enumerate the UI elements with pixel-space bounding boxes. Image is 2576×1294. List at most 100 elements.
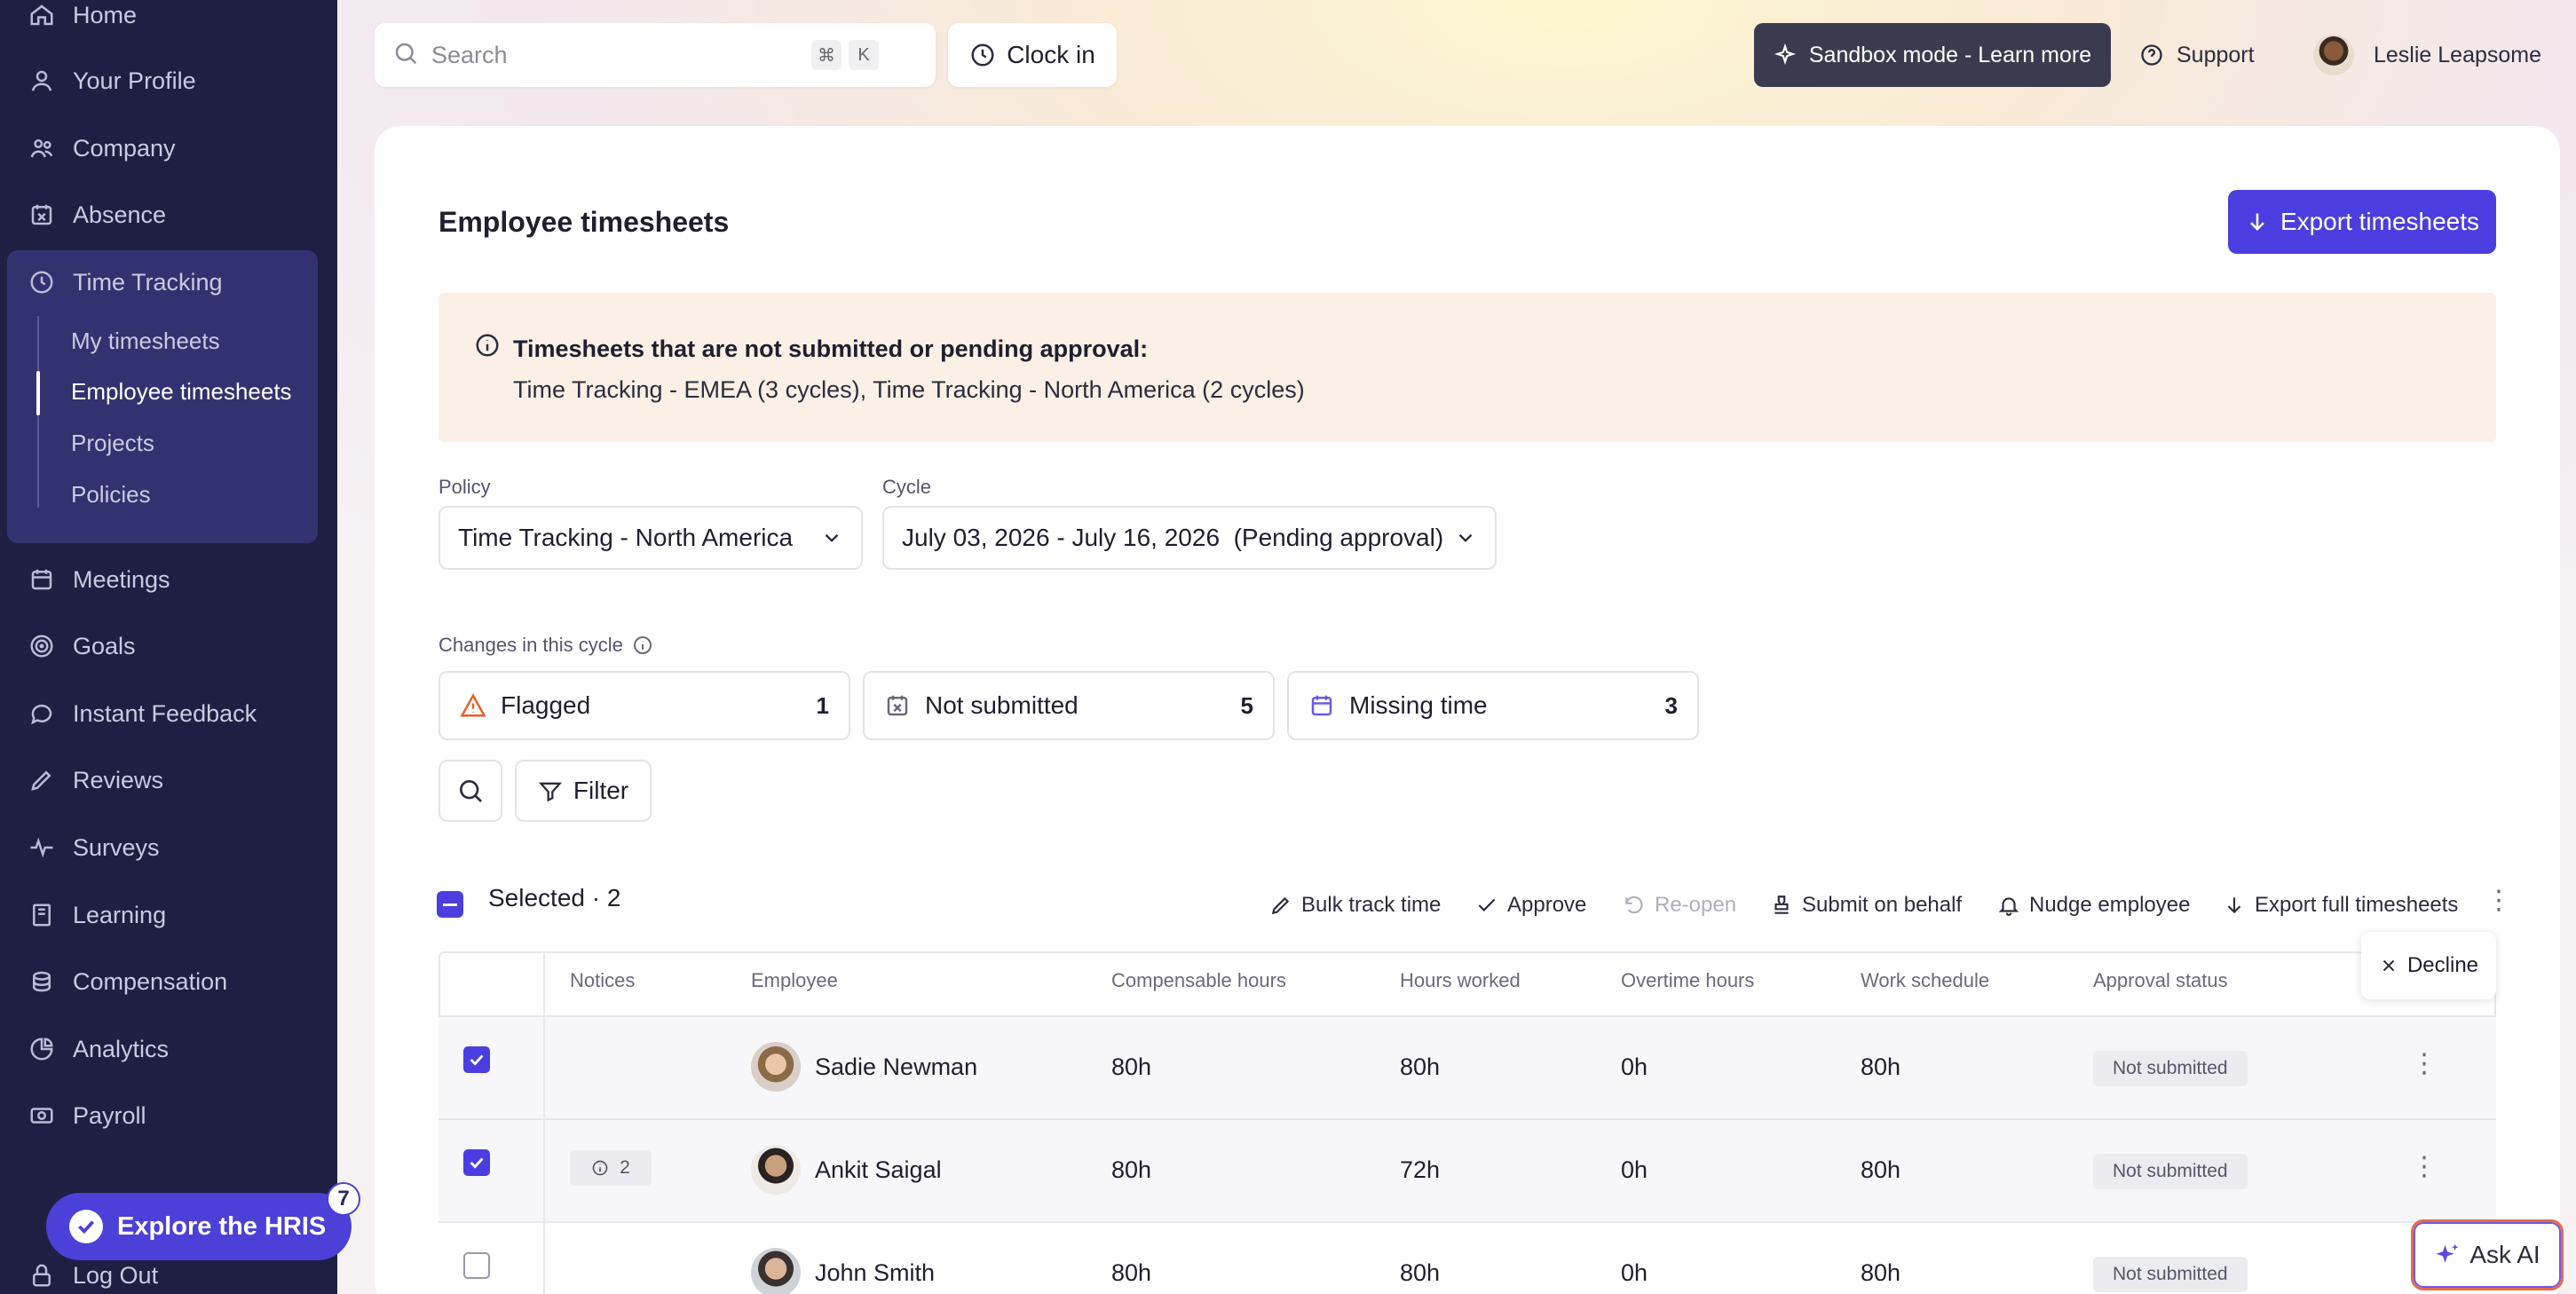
- arrow-down-icon: [2245, 209, 2270, 234]
- sidebar-subitem-policies[interactable]: Policies: [71, 475, 151, 514]
- submenu-active-indicator: [36, 371, 40, 415]
- sandbox-mode-button[interactable]: Sandbox mode - Learn more: [1754, 23, 2111, 87]
- sidebar-item-home[interactable]: Home: [27, 0, 137, 37]
- reopen-button[interactable]: Re-open: [1623, 879, 1736, 932]
- chip-count: 3: [1664, 691, 1678, 719]
- sidebar-item-label: Home: [73, 1, 138, 28]
- user-name: Leslie Leapsome: [2374, 42, 2542, 67]
- compensable-hours: 80h: [1111, 1259, 1152, 1286]
- avatar: [2313, 35, 2354, 75]
- notice-text: Time Tracking - EMEA (3 cycles), Time Tr…: [513, 376, 1305, 403]
- bell-icon: [1998, 897, 2019, 916]
- policy-select[interactable]: Time Tracking - North America: [439, 506, 863, 570]
- header-employee[interactable]: Employee: [751, 969, 838, 992]
- sidebar-subitem-my-timesheets[interactable]: My timesheets: [71, 321, 220, 360]
- warning-icon: [460, 693, 486, 717]
- search-icon: [460, 780, 482, 802]
- chip-not-submitted[interactable]: Not submitted 5: [863, 671, 1275, 740]
- clock-icon: [27, 267, 57, 297]
- employee-name[interactable]: John Smith: [815, 1259, 935, 1287]
- sidebar-item-payroll[interactable]: Payroll: [27, 1093, 146, 1138]
- header-overtime-hours[interactable]: Overtime hours: [1621, 969, 1754, 992]
- pencil-icon: [27, 765, 57, 795]
- overtime-hours: 0h: [1621, 1053, 1648, 1080]
- more-actions-icon[interactable]: ⋮: [2485, 888, 2512, 914]
- sidebar-item-label: Learning: [73, 901, 167, 928]
- employee-name[interactable]: Ankit Saigal: [815, 1156, 942, 1184]
- sidebar-item-compensation[interactable]: Compensation: [27, 959, 227, 1004]
- sidebar-item-absence[interactable]: Absence: [27, 193, 166, 237]
- changes-label: Changes in this cycle: [439, 634, 653, 657]
- submit-on-behalf-button[interactable]: Submit on behalf: [1770, 879, 1962, 932]
- compensable-hours: 80h: [1111, 1156, 1152, 1183]
- search-input[interactable]: [431, 41, 804, 69]
- sidebar-item-label: Your Profile: [73, 67, 196, 94]
- cycle-value: July 03, 2026 - July 16, 2026 (Pending a…: [902, 524, 1444, 551]
- sidebar-item-analytics[interactable]: Analytics: [27, 1027, 169, 1071]
- sidebar-item-label: Instant Feedback: [73, 699, 257, 727]
- sidebar-item-surveys[interactable]: Surveys: [27, 825, 160, 870]
- policy-value: Time Tracking - North America: [458, 524, 794, 551]
- people-icon: [27, 133, 57, 163]
- sidebar-item-label: Meetings: [73, 565, 170, 593]
- sidebar-item-instant-feedback[interactable]: Instant Feedback: [27, 691, 257, 736]
- selected-count: Selected · 2: [488, 884, 621, 911]
- clock-in-button[interactable]: Clock in: [948, 23, 1117, 87]
- sidebar-item-meetings[interactable]: Meetings: [27, 557, 170, 602]
- nudge-employee-button[interactable]: Nudge employee: [1997, 879, 2190, 932]
- changes-label-text: Changes in this cycle: [439, 634, 623, 656]
- bulk-track-time-button[interactable]: Bulk track time: [1269, 879, 1441, 932]
- sidebar-subitem-employee-timesheets[interactable]: Employee timesheets: [71, 372, 292, 411]
- explore-hris-button[interactable]: Explore the HRIS 7: [46, 1182, 360, 1260]
- home-icon: [27, 0, 57, 30]
- sidebar-item-label: Surveys: [73, 833, 160, 861]
- calendar-icon: [27, 564, 57, 595]
- sidebar-item-company[interactable]: Company: [27, 126, 176, 170]
- sidebar-item-time-tracking[interactable]: Time Tracking: [27, 260, 223, 304]
- header-compensable-hours[interactable]: Compensable hours: [1111, 969, 1286, 992]
- sparkle-icon: [1774, 43, 1797, 67]
- nudge-employee-label: Nudge employee: [2029, 893, 2191, 917]
- sidebar-item-reviews[interactable]: Reviews: [27, 758, 163, 802]
- notices-count: 2: [620, 1157, 630, 1178]
- support-link[interactable]: Support: [2139, 32, 2255, 78]
- header-notices[interactable]: Notices: [570, 969, 635, 992]
- table-search-button[interactable]: [439, 760, 502, 822]
- employee-name[interactable]: Sadie Newman: [815, 1053, 977, 1081]
- sidebar-item-learning[interactable]: Learning: [27, 893, 166, 937]
- row-menu-icon[interactable]: ⋮: [2411, 1051, 2438, 1077]
- approve-button[interactable]: Approve: [1475, 879, 1586, 932]
- ask-ai-button[interactable]: Ask AI: [2411, 1219, 2564, 1290]
- search-box[interactable]: ⌘ K: [375, 23, 936, 87]
- sidebar-item-label: Payroll: [73, 1101, 146, 1129]
- info-icon[interactable]: [632, 635, 653, 656]
- sidebar-item-label: Reviews: [73, 766, 164, 793]
- export-full-timesheets-button[interactable]: Export full timesheets: [2223, 879, 2458, 932]
- filter-icon: [538, 782, 562, 802]
- sidebar-item-your-profile[interactable]: Your Profile: [27, 59, 196, 103]
- row-menu-icon[interactable]: ⋮: [2411, 1154, 2438, 1180]
- row-checkbox[interactable]: [463, 1149, 490, 1176]
- header-hours-worked[interactable]: Hours worked: [1400, 969, 1521, 992]
- row-checkbox[interactable]: [463, 1046, 490, 1073]
- overtime-hours: 0h: [1621, 1259, 1648, 1286]
- filter-button[interactable]: Filter: [515, 760, 652, 822]
- chevron-down-icon: [1454, 526, 1477, 549]
- select-all-checkbox[interactable]: [437, 891, 463, 918]
- export-timesheets-button[interactable]: Export timesheets: [2228, 190, 2496, 254]
- cycle-select[interactable]: July 03, 2026 - July 16, 2026 (Pending a…: [882, 506, 1497, 570]
- help-circle-icon: [2139, 43, 2164, 67]
- header-approval-status[interactable]: Approval status: [2093, 969, 2228, 992]
- decline-button[interactable]: Decline: [2361, 932, 2496, 999]
- row-checkbox[interactable]: [463, 1252, 490, 1279]
- chat-icon: [27, 698, 57, 729]
- sidebar-item-goals[interactable]: Goals: [27, 624, 136, 668]
- sidebar-item-label: Company: [73, 134, 176, 162]
- user-menu[interactable]: Leslie Leapsome: [2313, 30, 2541, 80]
- chip-flagged[interactable]: Flagged 1: [439, 671, 850, 740]
- header-work-schedule[interactable]: Work schedule: [1861, 969, 1989, 992]
- sidebar-subitem-projects[interactable]: Projects: [71, 423, 154, 462]
- export-full-label: Export full timesheets: [2255, 893, 2459, 917]
- chip-missing-time[interactable]: Missing time 3: [1287, 671, 1699, 740]
- notices-badge[interactable]: 2: [570, 1150, 652, 1186]
